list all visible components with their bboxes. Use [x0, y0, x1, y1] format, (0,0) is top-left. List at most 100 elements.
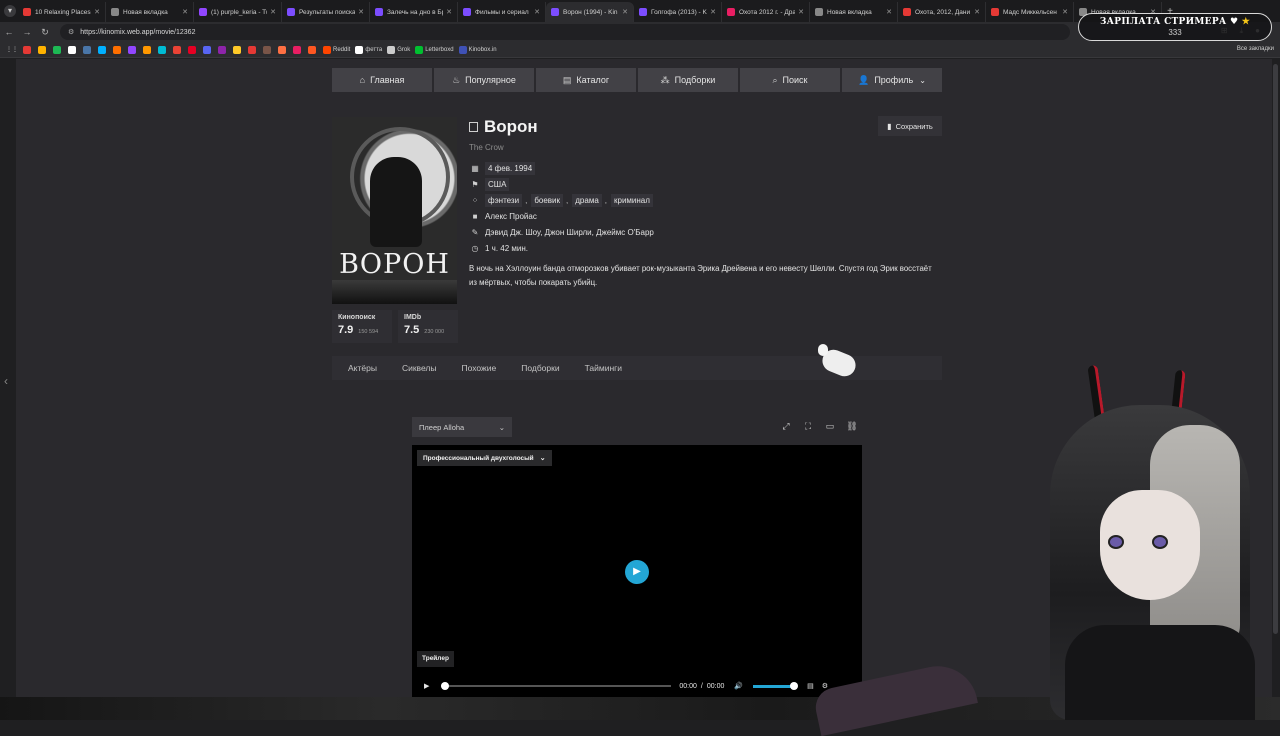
movie-description: В ночь на Хэллоуин банда отморозков убив… — [469, 264, 932, 287]
close-icon[interactable]: ✕ — [446, 8, 452, 16]
site-info-icon[interactable]: ⚙ — [68, 28, 74, 36]
bookmark-item[interactable] — [98, 45, 108, 54]
subtab[interactable]: Похожие — [462, 363, 497, 373]
bookmark-item[interactable]: Grok — [387, 45, 410, 54]
release-date[interactable]: 4 фев. 1994 — [485, 161, 536, 175]
genre-chip[interactable]: фэнтези — [485, 193, 523, 207]
bookmark-item[interactable] — [233, 45, 243, 54]
bookmark-item[interactable] — [38, 45, 48, 54]
subtab[interactable]: Сиквелы — [402, 363, 437, 373]
bookmark-item[interactable]: фетта — [355, 45, 382, 54]
close-icon[interactable]: ✕ — [974, 8, 980, 16]
rating-kinopoisk[interactable]: Кинопоиск 7.9 150 594 — [332, 310, 392, 343]
page-scrollbar[interactable] — [1273, 64, 1278, 634]
genre-chip[interactable]: боевик — [531, 193, 564, 207]
bookmark-item[interactable]: Letterboxd — [415, 45, 454, 54]
expand-icon[interactable]: ⤢ — [778, 418, 794, 434]
browser-tab[interactable]: Голгофа (2013) - Ki ✕ — [634, 2, 722, 22]
close-icon[interactable]: ✕ — [534, 8, 540, 16]
bookmark-item[interactable]: Reddit — [323, 45, 350, 54]
browser-tab[interactable]: 10 Relaxing Places ✕ — [18, 2, 106, 22]
close-icon[interactable]: ✕ — [710, 8, 716, 16]
close-icon[interactable]: ✕ — [798, 8, 804, 16]
bookmark-item[interactable] — [218, 45, 228, 54]
bookmark-item[interactable] — [188, 45, 198, 54]
tab-search-icon[interactable]: ▾ — [4, 5, 16, 17]
bookmark-item[interactable] — [263, 45, 273, 54]
volume-icon[interactable]: 🔊 — [734, 682, 743, 690]
browser-tab[interactable]: Ворон (1994) - Kin ✕ — [546, 2, 634, 22]
link-icon[interactable]: ⛓ — [844, 418, 860, 434]
nav-item[interactable]: ⌂ Главная — [332, 68, 432, 92]
browser-tab[interactable]: Новая вкладка ✕ — [106, 2, 194, 22]
close-icon[interactable]: ✕ — [270, 8, 276, 16]
progress-knob[interactable] — [441, 682, 450, 690]
address-bar[interactable]: ⚙ https://kinomix.web.app/movie/12362 — [60, 24, 1070, 40]
back-icon[interactable]: ← — [0, 27, 18, 37]
fullscreen-icon[interactable]: ⛶ — [800, 418, 816, 434]
apps-icon[interactable]: ⋮⋮ — [6, 46, 18, 53]
subtab[interactable]: Актёры — [348, 363, 377, 373]
browser-tab[interactable]: (1) purple_keria - Tw ✕ — [194, 2, 282, 22]
browser-tab[interactable]: Мадс Миккельсен ✕ — [986, 2, 1074, 22]
play-icon[interactable]: ▶ — [424, 682, 429, 690]
subtitles-icon[interactable]: ▤ — [807, 682, 814, 690]
browser-tab[interactable]: Фильмы и сериал ✕ — [458, 2, 546, 22]
close-icon[interactable]: ✕ — [94, 8, 100, 16]
movie-info: Ворон The Crow ▦ 4 фев. 1994 ⚑ США ⁘ фэн… — [469, 117, 941, 290]
bookmark-item[interactable] — [83, 45, 93, 54]
genre-chip[interactable]: криминал — [611, 193, 653, 207]
bookmark-item[interactable] — [23, 45, 33, 54]
close-icon[interactable]: ✕ — [1062, 8, 1068, 16]
play-button[interactable]: ▶ — [625, 560, 649, 584]
subtab[interactable]: Подборки — [521, 363, 559, 373]
close-icon[interactable]: ✕ — [886, 8, 892, 16]
video-player[interactable]: Профессиональный двухголосый ⌄ ▶ Трейлер… — [412, 445, 862, 699]
chevron-left-icon[interactable]: ‹ — [4, 374, 8, 388]
bookmark-item[interactable] — [113, 45, 123, 54]
close-icon[interactable]: ✕ — [622, 8, 628, 16]
bookmark-item[interactable] — [53, 45, 63, 54]
bookmark-item[interactable] — [173, 45, 183, 54]
subtab[interactable]: Тайминги — [585, 363, 622, 373]
browser-tab[interactable]: Результаты поиска ✕ — [282, 2, 370, 22]
bookmark-item[interactable] — [293, 45, 303, 54]
browser-tab[interactable]: Новая вкладка ✕ — [810, 2, 898, 22]
browser-tab[interactable]: Охота, 2012, Дани ✕ — [898, 2, 986, 22]
bookmark-item[interactable]: Kinobox.in — [458, 45, 497, 54]
nav-item[interactable]: ♨ Популярное — [434, 68, 534, 92]
close-icon[interactable]: ✕ — [358, 8, 364, 16]
reload-icon[interactable]: ↻ — [36, 27, 54, 38]
nav-label: Популярное — [465, 75, 516, 85]
rating-imdb[interactable]: IMDb 7.5 230 000 — [398, 310, 458, 343]
country[interactable]: США — [485, 177, 510, 191]
genre-chip[interactable]: драма — [572, 193, 602, 207]
bookmark-item[interactable] — [143, 45, 153, 54]
bookmark-item[interactable] — [68, 45, 78, 54]
bookmark-item[interactable] — [248, 45, 258, 54]
bookmark-item[interactable] — [128, 45, 138, 54]
bookmark-item[interactable] — [278, 45, 288, 54]
director[interactable]: Алекс Пройас — [485, 212, 537, 221]
save-button[interactable]: ▮ Сохранить — [878, 116, 942, 136]
nav-item[interactable]: ▤ Каталог — [536, 68, 636, 92]
forward-icon[interactable]: → — [18, 27, 36, 37]
volume-slider[interactable] — [753, 681, 799, 690]
close-icon[interactable]: ✕ — [182, 8, 188, 16]
voiceover-select[interactable]: Профессиональный двухголосый ⌄ — [417, 450, 552, 466]
browser-tab[interactable]: Залечь на дно в Бр ✕ — [370, 2, 458, 22]
writers[interactable]: Дэвид Дж. Шоу, Джон Ширли, Джеймс О'Барр — [485, 228, 654, 237]
bookmark-item[interactable] — [203, 45, 213, 54]
bookmark-item[interactable] — [158, 45, 168, 54]
progress-bar[interactable] — [441, 682, 672, 690]
volume-knob[interactable] — [790, 681, 799, 690]
all-bookmarks-button[interactable]: Все закладки — [1237, 46, 1274, 52]
nav-item[interactable]: ⁂ Подборки — [638, 68, 738, 92]
bookmark-item[interactable] — [308, 45, 318, 54]
comment-icon[interactable]: ▭ — [822, 418, 838, 434]
nav-item[interactable]: 👤 Профиль ⌄ — [842, 68, 942, 92]
trailer-button[interactable]: Трейлер — [417, 651, 454, 667]
browser-tab[interactable]: Охота 2012 г. - Дра ✕ — [722, 2, 810, 22]
nav-item[interactable]: ⌕ Поиск — [740, 68, 840, 92]
player-select[interactable]: Плеер Alloha ⌄ — [412, 417, 512, 437]
